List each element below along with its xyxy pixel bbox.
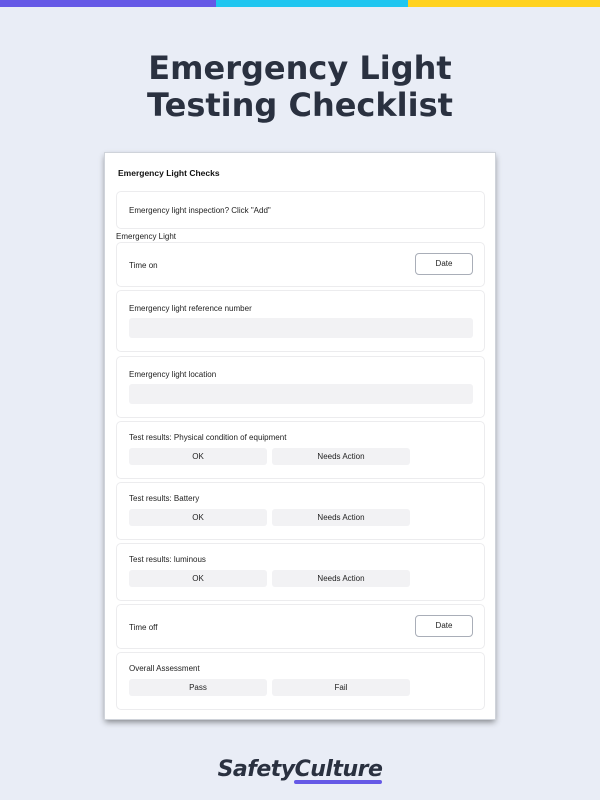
- battery-ok-option[interactable]: OK: [129, 509, 267, 526]
- accent-segment-purple: [0, 0, 216, 7]
- luminous-label: Test results: luminous: [129, 555, 206, 564]
- time-off-label: Time off: [129, 623, 158, 632]
- overall-fail-option[interactable]: Fail: [272, 679, 410, 696]
- battery-needs-action-option[interactable]: Needs Action: [272, 509, 410, 526]
- top-accent-bar: [0, 0, 600, 7]
- accent-segment-cyan: [216, 0, 408, 7]
- luminous-needs-action-option[interactable]: Needs Action: [272, 570, 410, 587]
- time-on-row: Time on Date: [116, 242, 485, 287]
- overall-pass-option[interactable]: Pass: [129, 679, 267, 696]
- section-label-emergency-light: Emergency Light: [116, 232, 177, 241]
- time-on-date-button[interactable]: Date: [415, 253, 473, 275]
- inspection-prompt-label: Emergency light inspection? Click "Add": [129, 206, 271, 215]
- physical-ok-option[interactable]: OK: [129, 448, 267, 465]
- battery-label: Test results: Battery: [129, 494, 200, 503]
- reference-number-row: Emergency light reference number: [116, 290, 485, 352]
- location-input[interactable]: [129, 384, 473, 404]
- luminous-ok-option[interactable]: OK: [129, 570, 267, 587]
- battery-row: Test results: Battery OK Needs Action: [116, 482, 485, 540]
- page-title-line-1: Emergency Light: [148, 49, 452, 87]
- luminous-row: Test results: luminous OK Needs Action: [116, 543, 485, 601]
- time-off-date-button[interactable]: Date: [415, 615, 473, 637]
- reference-number-input[interactable]: [129, 318, 473, 338]
- physical-condition-row: Test results: Physical condition of equi…: [116, 421, 485, 479]
- overall-assessment-label: Overall Assessment: [129, 664, 200, 673]
- form-header: Emergency Light Checks: [118, 168, 220, 178]
- reference-number-label: Emergency light reference number: [129, 304, 252, 313]
- time-on-label: Time on: [129, 261, 158, 270]
- safetyculture-logo: SafetyCulture: [217, 757, 383, 782]
- logo-underline: [294, 780, 382, 784]
- accent-segment-yellow: [408, 0, 600, 7]
- inspection-add-row[interactable]: Emergency light inspection? Click "Add": [116, 191, 485, 229]
- overall-assessment-row: Overall Assessment Pass Fail: [116, 652, 485, 710]
- physical-needs-action-option[interactable]: Needs Action: [272, 448, 410, 465]
- page-title: Emergency Light Testing Checklist: [0, 50, 600, 124]
- location-label: Emergency light location: [129, 370, 217, 379]
- page-title-line-2: Testing Checklist: [147, 86, 453, 124]
- checklist-form-card: Emergency Light Checks Emergency light i…: [105, 153, 495, 719]
- location-row: Emergency light location: [116, 356, 485, 418]
- time-off-row: Time off Date: [116, 604, 485, 649]
- physical-condition-label: Test results: Physical condition of equi…: [129, 433, 287, 442]
